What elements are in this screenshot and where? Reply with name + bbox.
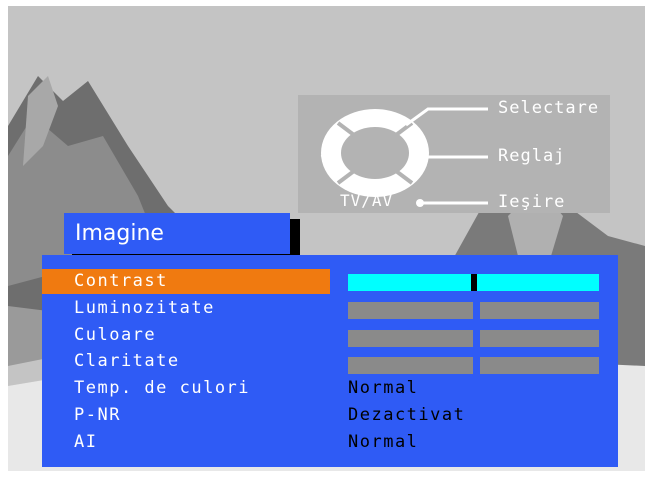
menu-item-ai[interactable]: AI [42, 430, 330, 455]
contrast-slider[interactable] [348, 274, 599, 291]
menu-item-pnr[interactable]: P-NR [42, 403, 330, 428]
picture-menu-panel: Contrast Luminozitate Culoare Claritate … [42, 255, 618, 467]
menu-item-label: Culoare [74, 325, 157, 345]
slider-segment-left [348, 302, 473, 319]
menu-item-label: P-NR [74, 405, 121, 425]
up-arrow-icon: ^ [367, 109, 378, 128]
menu-item-label: AI [74, 432, 98, 452]
menu-item-label: Temp. de culori [74, 378, 251, 398]
menu-item-contrast[interactable]: Contrast [42, 269, 330, 294]
contrast-slider-thumb[interactable] [471, 274, 477, 291]
brightness-slider[interactable] [348, 302, 599, 319]
slider-segment-right [480, 330, 599, 347]
slider-segment-right [480, 357, 599, 374]
color-slider[interactable] [348, 330, 599, 347]
menu-item-sharpness[interactable]: Claritate [42, 349, 330, 374]
menu-item-label: Luminozitate [74, 298, 215, 318]
menu-item-brightness[interactable]: Luminozitate [42, 296, 330, 321]
color-temp-value: Normal [348, 378, 419, 398]
slider-segment-left [348, 330, 473, 347]
slider-segment-right [480, 302, 599, 319]
slider-segment-left [348, 357, 473, 374]
exit-label: Ieşire [498, 192, 566, 212]
sharpness-slider[interactable] [348, 357, 599, 374]
minus-icon: − [320, 143, 334, 167]
menu-item-color[interactable]: Culoare [42, 323, 330, 348]
remote-help-panel: ^ v − + TV/AV Selectare Reglaj Ieşire [298, 95, 610, 213]
menu-item-color-temp[interactable]: Temp. de culori [42, 376, 330, 401]
plus-icon: + [410, 142, 424, 166]
menu-item-label: Claritate [74, 351, 180, 371]
pnr-value: Dezactivat [348, 405, 466, 425]
tvav-label: TV/AV [340, 191, 394, 210]
menu-title: Imagine [64, 213, 290, 254]
ai-value: Normal [348, 432, 419, 452]
select-label: Selectare [498, 98, 600, 118]
menu-item-label: Contrast [74, 271, 168, 291]
adjust-label: Reglaj [498, 146, 566, 166]
